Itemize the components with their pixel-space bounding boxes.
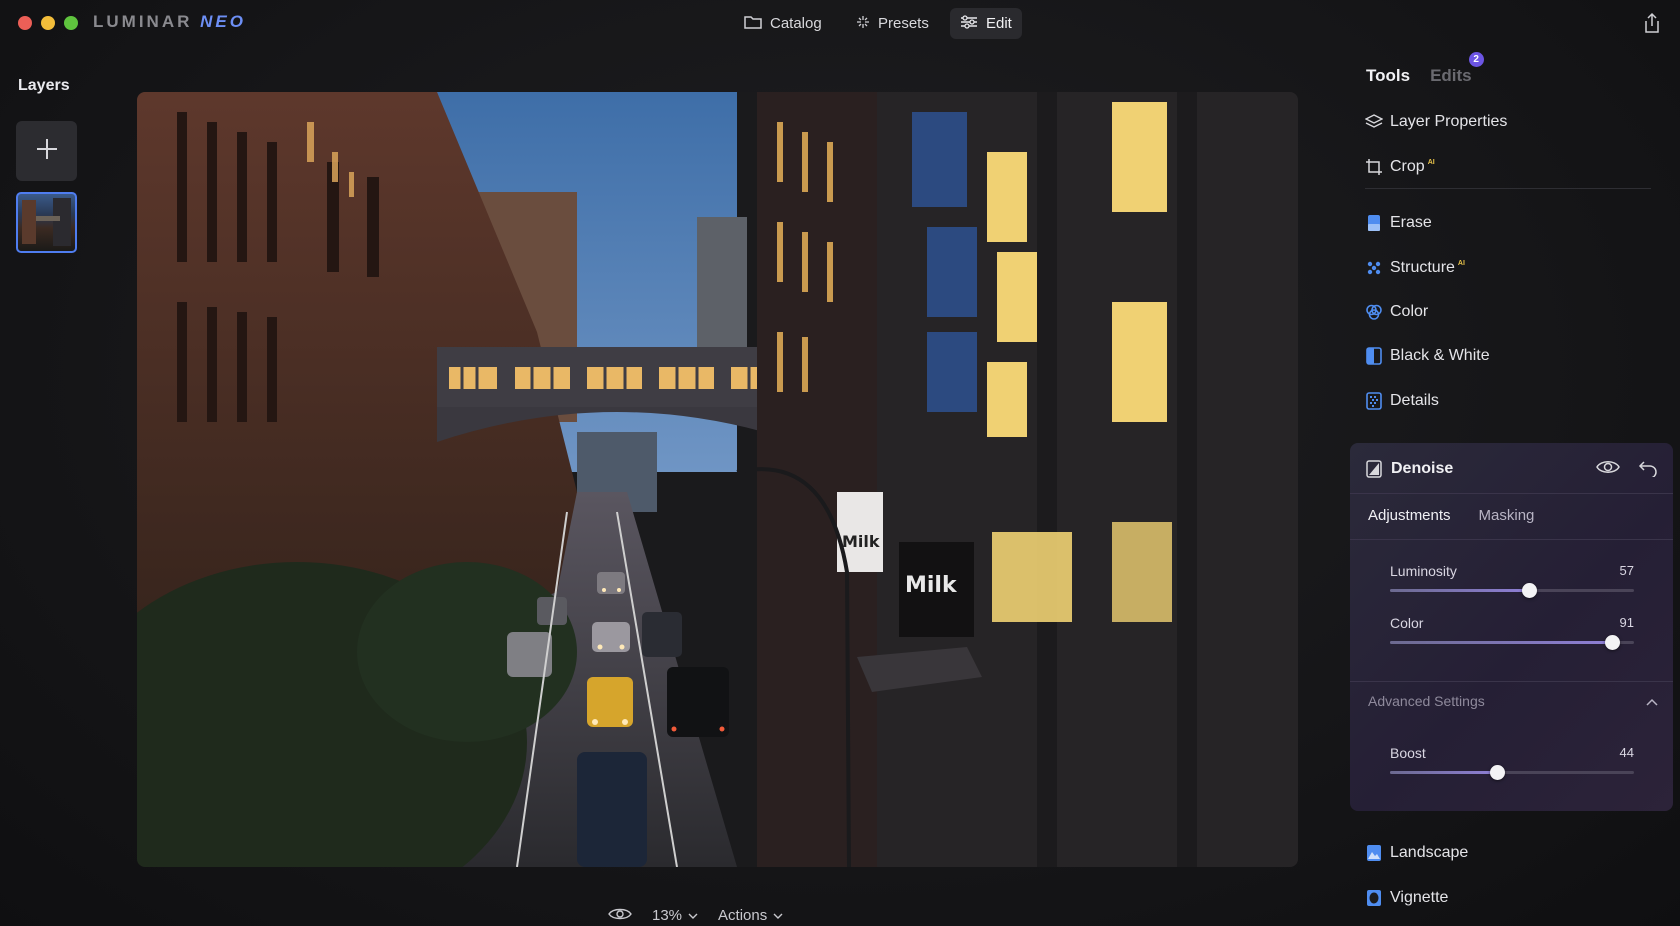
tool-erase[interactable]: Erase [1365,211,1432,235]
tab-edits[interactable]: Edits 2 [1430,52,1484,86]
details-grid-icon [1365,392,1383,410]
layers-title: Layers [18,77,70,94]
milk-sign-text: Milk [905,573,958,598]
tool-color[interactable]: Color [1365,300,1428,324]
tool-label: Layer Properties [1390,113,1508,130]
chevron-up-icon [1646,693,1658,709]
denoise-panel: Denoise Adjustments Masking Luminosity 5… [1350,443,1673,811]
tool-label: Erase [1390,214,1432,231]
eye-icon [608,907,632,925]
tool-layer-properties[interactable]: Layer Properties [1365,110,1507,134]
catalog-button[interactable]: Catalog [734,8,832,39]
denoise-icon [1365,460,1383,478]
color-slider[interactable]: Color 91 [1390,615,1634,650]
tool-label: Crop [1390,158,1425,175]
milk-banner-text: Milk [842,532,880,551]
slider-fill [1390,589,1530,592]
crop-icon [1365,158,1383,176]
photo-canvas[interactable]: Milk Milk [137,92,1298,867]
slider-label: Luminosity [1390,563,1457,579]
advanced-settings-toggle[interactable]: Advanced Settings [1368,693,1658,709]
boost-slider[interactable]: Boost 44 [1390,745,1634,780]
presets-button[interactable]: Presets [846,8,939,39]
slider-fill [1390,771,1498,774]
app-logo: LUMINAR NEO [93,12,246,31]
tool-label: Structure [1390,259,1455,276]
share-icon[interactable] [1642,12,1662,34]
color-circles-icon [1365,303,1383,321]
tool-label: Details [1390,392,1439,409]
tab-masking[interactable]: Masking [1479,507,1535,524]
tool-black-white[interactable]: Black & White [1365,344,1490,368]
title-bar: LUMINAR NEO Catalog Presets Edit [0,0,1680,46]
slider-value: 91 [1619,615,1634,630]
slider-label: Boost [1390,745,1426,761]
tool-label: Black & White [1390,347,1490,364]
edit-label: Edit [986,15,1012,32]
black-white-icon [1365,347,1383,365]
sparkle-icon [856,15,870,33]
slider-label: Color [1390,615,1424,631]
denoise-separator [1350,681,1673,682]
chevron-down-icon [688,907,698,924]
sliders-icon [960,14,978,33]
plus-icon [34,136,60,167]
denoise-separator [1350,493,1673,494]
folder-icon [744,14,762,34]
presets-label: Presets [878,15,929,32]
denoise-title: Denoise [1391,460,1454,477]
slider-thumb[interactable] [1522,583,1538,598]
layer-thumbnail[interactable] [16,192,77,253]
preview-toggle[interactable] [608,907,632,925]
tool-label: Color [1390,303,1429,320]
tool-details[interactable]: Details [1365,389,1439,413]
tab-tools[interactable]: Tools [1366,66,1410,86]
luminosity-slider[interactable]: Luminosity 57 [1390,563,1634,598]
minimize-window-button[interactable] [41,16,55,30]
bottom-toolbar: 13% Actions [608,905,783,926]
tab-adjustments[interactable]: Adjustments [1368,507,1451,524]
denoise-separator [1350,539,1673,540]
catalog-label: Catalog [770,15,822,32]
ai-badge: AI [1457,259,1465,267]
tab-edits-label: Edits [1430,66,1472,85]
actions-label: Actions [718,907,768,924]
zoom-value: 13% [652,907,683,924]
actions-dropdown[interactable]: Actions [718,907,783,924]
advanced-settings-label: Advanced Settings [1368,693,1485,709]
tool-crop[interactable]: Crop AI [1365,155,1435,179]
denoise-tabs: Adjustments Masking [1368,507,1534,524]
ai-badge: AI [1427,158,1435,166]
close-window-button[interactable] [18,16,32,30]
tool-vignette[interactable]: Vignette [1365,886,1448,910]
edit-button[interactable]: Edit [950,8,1022,39]
tools-divider [1365,188,1651,189]
layers-icon [1365,113,1383,131]
slider-value: 57 [1619,563,1634,578]
zoom-dropdown[interactable]: 13% [652,907,698,924]
chevron-down-icon [773,907,783,924]
vignette-icon [1365,889,1383,907]
eye-icon[interactable] [1596,459,1620,482]
slider-track[interactable] [1390,583,1634,598]
zoom-window-button[interactable] [64,16,78,30]
slider-thumb[interactable] [1605,635,1621,650]
slider-thumb[interactable] [1490,765,1506,780]
edits-count-badge: 2 [1468,52,1484,67]
slider-track[interactable] [1390,765,1634,780]
slider-track[interactable] [1390,635,1634,650]
tool-landscape[interactable]: Landscape [1365,841,1468,865]
tool-label: Vignette [1390,889,1449,906]
add-layer-button[interactable] [16,121,77,181]
tool-label: Landscape [1390,844,1469,861]
panel-tabs: Tools Edits 2 [1366,52,1484,86]
slider-fill [1390,641,1613,644]
denoise-header[interactable]: Denoise [1365,456,1658,482]
tool-structure[interactable]: Structure AI [1365,256,1465,280]
eraser-icon [1365,214,1383,232]
structure-icon [1365,259,1383,277]
slider-value: 44 [1619,745,1634,760]
landscape-icon [1365,844,1383,862]
reset-icon[interactable] [1638,459,1658,482]
